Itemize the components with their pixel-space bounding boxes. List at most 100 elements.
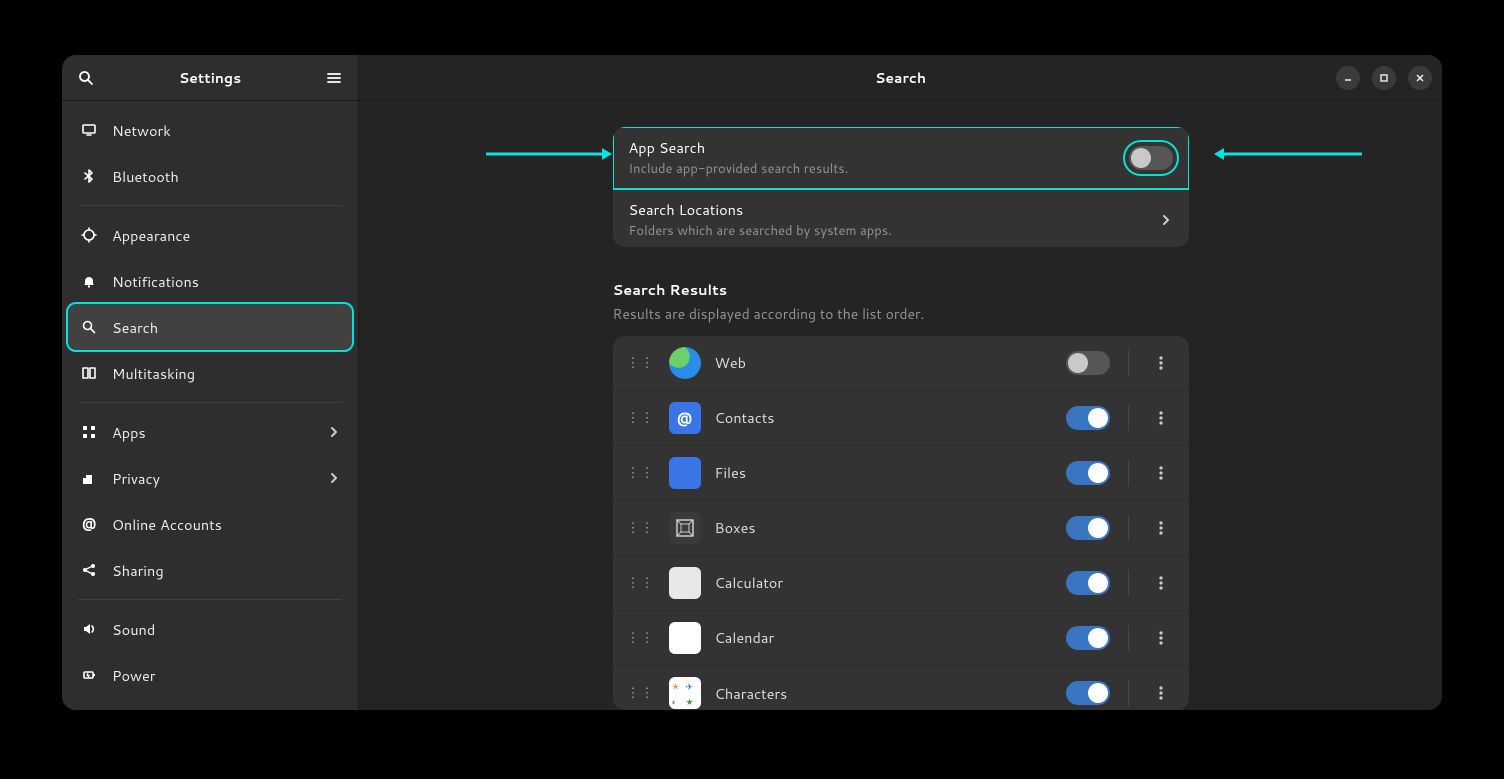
sidebar-item-sharing[interactable]: Sharing [68,547,352,593]
divider [1128,680,1129,706]
divider [1128,460,1129,486]
sidebar-title: Settings [100,68,320,88]
accounts-icon: @ [80,516,98,532]
sidebar-item-power[interactable]: Power [68,652,352,698]
search-locations-row[interactable]: Search Locations Folders which are searc… [613,189,1189,247]
drag-handle-icon[interactable]: ⋮⋮ [627,360,655,366]
result-toggle[interactable] [1066,351,1110,375]
more-options-button[interactable] [1147,459,1175,487]
sidebar-item-label: Bluetooth [112,166,179,187]
result-toggle[interactable] [1066,681,1110,705]
minimize-button[interactable] [1336,66,1360,90]
characters-app-icon: ☀✈◐★ [669,677,701,709]
more-options-button[interactable] [1147,514,1175,542]
kebab-icon [1159,630,1163,646]
sidebar-item-displays[interactable]: Displays [68,698,352,710]
window-controls [1336,66,1432,90]
multitask-icon [80,365,98,381]
search-result-row: ⋮⋮☀✈◐★Characters [613,666,1189,710]
maximize-icon [1379,73,1389,83]
svg-text:@: @ [82,516,96,532]
calendar-app-icon [669,622,701,654]
divider [1128,350,1129,376]
app-search-subtitle: Include app-provided search results. [629,160,1129,178]
sidebar-item-online-accounts[interactable]: @ Online Accounts [68,501,352,547]
app-search-text: App Search Include app-provided search r… [629,137,1129,178]
drag-handle-icon[interactable]: ⋮⋮ [627,415,655,421]
settings-window: Settings Network Bluetooth Appearance Notif… [62,55,1442,710]
sidebar-item-label: Sound [112,619,155,640]
search-result-row: ⋮⋮ Boxes [613,501,1189,556]
sidebar-item-multitasking[interactable]: Multitasking [68,350,352,396]
main-header: Search [359,55,1442,101]
sidebar-item-bluetooth[interactable]: Bluetooth [68,153,352,199]
sidebar-item-privacy[interactable]: Privacy [68,455,352,501]
app-name-label: Calendar [715,627,1052,648]
sidebar-item-sound[interactable]: Sound [68,606,352,652]
sidebar-item-label: Search [112,317,158,338]
app-search-row[interactable]: App Search Include app-provided search r… [613,127,1189,189]
result-toggle[interactable] [1066,406,1110,430]
sidebar-item-notifications[interactable]: Notifications [68,258,352,304]
result-toggle[interactable] [1066,461,1110,485]
sidebar-item-appearance[interactable]: Appearance [68,212,352,258]
kebab-icon [1159,575,1163,591]
app-name-label: Files [715,462,1052,483]
more-options-button[interactable] [1147,569,1175,597]
app-search-toggle[interactable] [1129,146,1173,170]
search-icon [78,70,94,86]
apps-icon [80,424,98,440]
drag-handle-icon[interactable]: ⋮⋮ [627,635,655,641]
sidebar-separator [78,205,342,206]
result-toggle[interactable] [1066,626,1110,650]
sidebar-item-label: Network [112,120,171,141]
toggle-knob [1088,463,1108,483]
search-results-list: ⋮⋮Web⋮⋮@Contacts⋮⋮Files⋮⋮Boxes⋮⋮Calculat… [613,336,1189,710]
sidebar-item-search[interactable]: Search [68,304,352,350]
files-app-icon [669,457,701,489]
sidebar-list: Network Bluetooth Appearance Notifications S… [62,101,358,710]
drag-handle-icon[interactable]: ⋮⋮ [627,690,655,696]
hamburger-button[interactable] [320,64,348,92]
sidebar-separator [78,402,342,403]
sidebar-item-apps[interactable]: Apps [68,409,352,455]
page-title: Search [359,68,1442,88]
search-locations-text: Search Locations Folders which are searc… [629,199,1159,240]
more-options-button[interactable] [1147,679,1175,707]
kebab-icon [1159,520,1163,536]
bell-icon [80,273,98,289]
toggle-knob [1068,353,1088,373]
sidebar-item-label: Power [112,665,155,686]
sidebar-item-label: Online Accounts [112,514,222,535]
chevron-right-icon [328,472,340,484]
result-toggle[interactable] [1066,516,1110,540]
maximize-button[interactable] [1372,66,1396,90]
search-result-row: ⋮⋮ Calendar [613,611,1189,666]
search-results-header: Search Results Results are displayed acc… [613,279,1189,324]
close-button[interactable] [1408,66,1432,90]
more-options-button[interactable] [1147,349,1175,377]
kebab-icon [1159,355,1163,371]
calculator-app-icon [669,567,701,599]
sidebar-header: Settings [62,55,358,101]
search-button[interactable] [72,64,100,92]
sidebar-separator [78,599,342,600]
more-options-button[interactable] [1147,404,1175,432]
drag-handle-icon[interactable]: ⋮⋮ [627,580,655,586]
close-icon [1415,73,1425,83]
app-name-label: Boxes [715,517,1052,538]
sidebar-item-label: Notifications [112,271,199,292]
kebab-icon [1159,410,1163,426]
toggle-knob [1088,408,1108,428]
result-toggle[interactable] [1066,571,1110,595]
search-results-title: Search Results [613,279,1189,300]
more-options-button[interactable] [1147,624,1175,652]
search-results-subtitle: Results are displayed according to the l… [613,304,1189,324]
divider [1128,515,1129,541]
drag-handle-icon[interactable]: ⋮⋮ [627,525,655,531]
drag-handle-icon[interactable]: ⋮⋮ [627,470,655,476]
appearance-icon [80,227,98,243]
sidebar-item-network[interactable]: Network [68,107,352,153]
app-search-title: App Search [629,137,1129,158]
sidebar-item-label: Apps [112,422,146,443]
